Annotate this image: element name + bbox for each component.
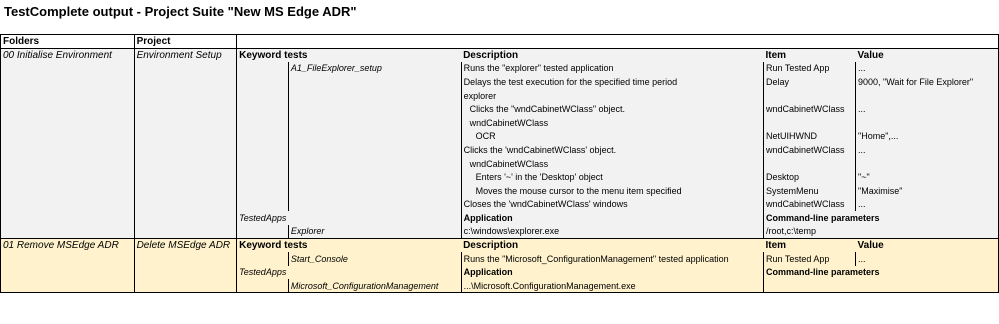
description-cell: Clicks the 'wndCabinetWClass' object. xyxy=(460,143,764,157)
app-params: /root,c:\temp xyxy=(762,224,986,239)
table-row: wndCabinetWClass xyxy=(0,156,999,171)
table-row: Enters '~' in the 'Desktop' object Deskt… xyxy=(0,170,999,185)
app-path: c:\windows\explorer.exe xyxy=(460,224,764,239)
description-cell: Closes the 'wndCabinetWClass' windows xyxy=(460,197,764,212)
description-cell: Runs the "explorer" tested application xyxy=(460,61,764,76)
table-row: Explorer c:\windows\explorer.exe /root,c… xyxy=(0,224,999,239)
description-header: Description xyxy=(461,48,764,62)
keyword-tests-header: Keyword tests xyxy=(236,48,462,62)
table-row: explorer xyxy=(0,88,999,103)
description-cell: explorer xyxy=(460,88,764,103)
description-cell: Clicks the "wndCabinetWClass" object. xyxy=(460,102,764,117)
app-name: Explorer xyxy=(287,224,462,239)
value-cell: ... xyxy=(855,197,986,212)
value-cell: "Maximise" xyxy=(855,184,986,198)
description-cell: wndCabinetWClass xyxy=(460,116,764,130)
table-row: Moves the mouse cursor to the menu item … xyxy=(0,184,999,198)
table-row: wndCabinetWClass xyxy=(0,116,999,130)
table-row: TestedApps Application Command-line para… xyxy=(0,265,999,280)
value-cell: "Home",... xyxy=(855,129,986,144)
value-cell: "~" xyxy=(855,170,986,185)
tested-apps-label: TestedApps xyxy=(236,211,289,225)
item-cell: wndCabinetWClass xyxy=(762,197,856,212)
item-cell: wndCabinetWClass xyxy=(762,143,856,157)
spreadsheet: TestComplete output - Project Suite "New… xyxy=(0,0,999,324)
value-cell: ... xyxy=(855,252,986,266)
header-row: Folders Project xyxy=(0,34,999,49)
item-cell xyxy=(762,116,856,130)
value-cell: ... xyxy=(855,143,986,157)
table-row: 01 Remove MSEdge ADR Delete MSEdge ADR K… xyxy=(0,238,999,252)
description-cell: wndCabinetWClass xyxy=(460,156,764,171)
item-cell: NetUIHWND xyxy=(762,129,856,144)
blank-row xyxy=(0,22,999,34)
table-row: Delays the test execution for the specif… xyxy=(0,75,999,89)
item-cell: Run Tested App xyxy=(762,252,856,266)
app-path: ...\Microsoft.ConfigurationManagement.ex… xyxy=(460,279,764,294)
value-cell: ... xyxy=(855,102,986,117)
description-cell: Moves the mouse cursor to the menu item … xyxy=(460,184,764,198)
folder-cell: 01 Remove MSEdge ADR xyxy=(0,238,135,252)
item-cell xyxy=(762,156,856,171)
value-cell xyxy=(855,156,986,171)
command-line-header: Command-line parameters xyxy=(762,265,986,280)
header-project: Project xyxy=(134,34,238,49)
test-name: Start_Console xyxy=(287,252,462,266)
table-row: A1_FileExplorer_setup Runs the "explorer… xyxy=(0,61,999,76)
value-header: Value xyxy=(855,238,986,252)
application-header: Application xyxy=(460,265,764,280)
header-folders: Folders xyxy=(0,34,135,49)
value-header: Value xyxy=(855,48,986,62)
item-header: Item xyxy=(763,238,856,252)
keyword-tests-header: Keyword tests xyxy=(236,238,462,252)
table-row: Closes the 'wndCabinetWClass' windows wn… xyxy=(0,197,999,212)
description-cell: Delays the test execution for the specif… xyxy=(460,75,764,89)
item-cell: Delay xyxy=(762,75,856,89)
table-row: Microsoft_ConfigurationManagement ...\Mi… xyxy=(0,279,999,294)
folder-cell: 00 Initialise Environment xyxy=(0,48,135,62)
project-cell: Delete MSEdge ADR xyxy=(134,238,238,252)
description-cell: Runs the "Microsoft_ConfigurationManagem… xyxy=(460,252,764,266)
table-row: 00 Initialise Environment Environment Se… xyxy=(0,48,999,62)
item-cell: Desktop xyxy=(762,170,856,185)
table-row: OCR NetUIHWND "Home",... xyxy=(0,129,999,144)
value-cell: 9000, "Wait for File Explorer" xyxy=(855,75,986,89)
test-name: A1_FileExplorer_setup xyxy=(287,61,462,76)
description-header: Description xyxy=(461,238,764,252)
value-cell xyxy=(855,88,986,103)
table-row: Clicks the 'wndCabinetWClass' object. wn… xyxy=(0,143,999,157)
header-blank-end xyxy=(985,34,999,49)
header-blank xyxy=(236,34,986,49)
item-cell xyxy=(762,88,856,103)
value-cell: ... xyxy=(855,61,986,76)
item-header: Item xyxy=(763,48,856,62)
table-row: Clicks the "wndCabinetWClass" object. wn… xyxy=(0,102,999,117)
project-cell: Environment Setup xyxy=(134,48,238,62)
app-name: Microsoft_ConfigurationManagement xyxy=(287,279,462,294)
suite-table: Folders Project 00 Initialise Environmen… xyxy=(0,34,999,294)
tested-apps-label: TestedApps xyxy=(236,265,289,280)
table-row: Start_Console Runs the "Microsoft_Config… xyxy=(0,252,999,266)
item-cell: SystemMenu xyxy=(762,184,856,198)
table-row: TestedApps Application Command-line para… xyxy=(0,211,999,225)
description-cell: OCR xyxy=(460,129,764,144)
command-line-header: Command-line parameters xyxy=(762,211,986,225)
item-cell: Run Tested App xyxy=(762,61,856,76)
item-cell: wndCabinetWClass xyxy=(762,102,856,117)
application-header: Application xyxy=(460,211,764,225)
description-cell: Enters '~' in the 'Desktop' object xyxy=(460,170,764,185)
value-cell xyxy=(855,116,986,130)
